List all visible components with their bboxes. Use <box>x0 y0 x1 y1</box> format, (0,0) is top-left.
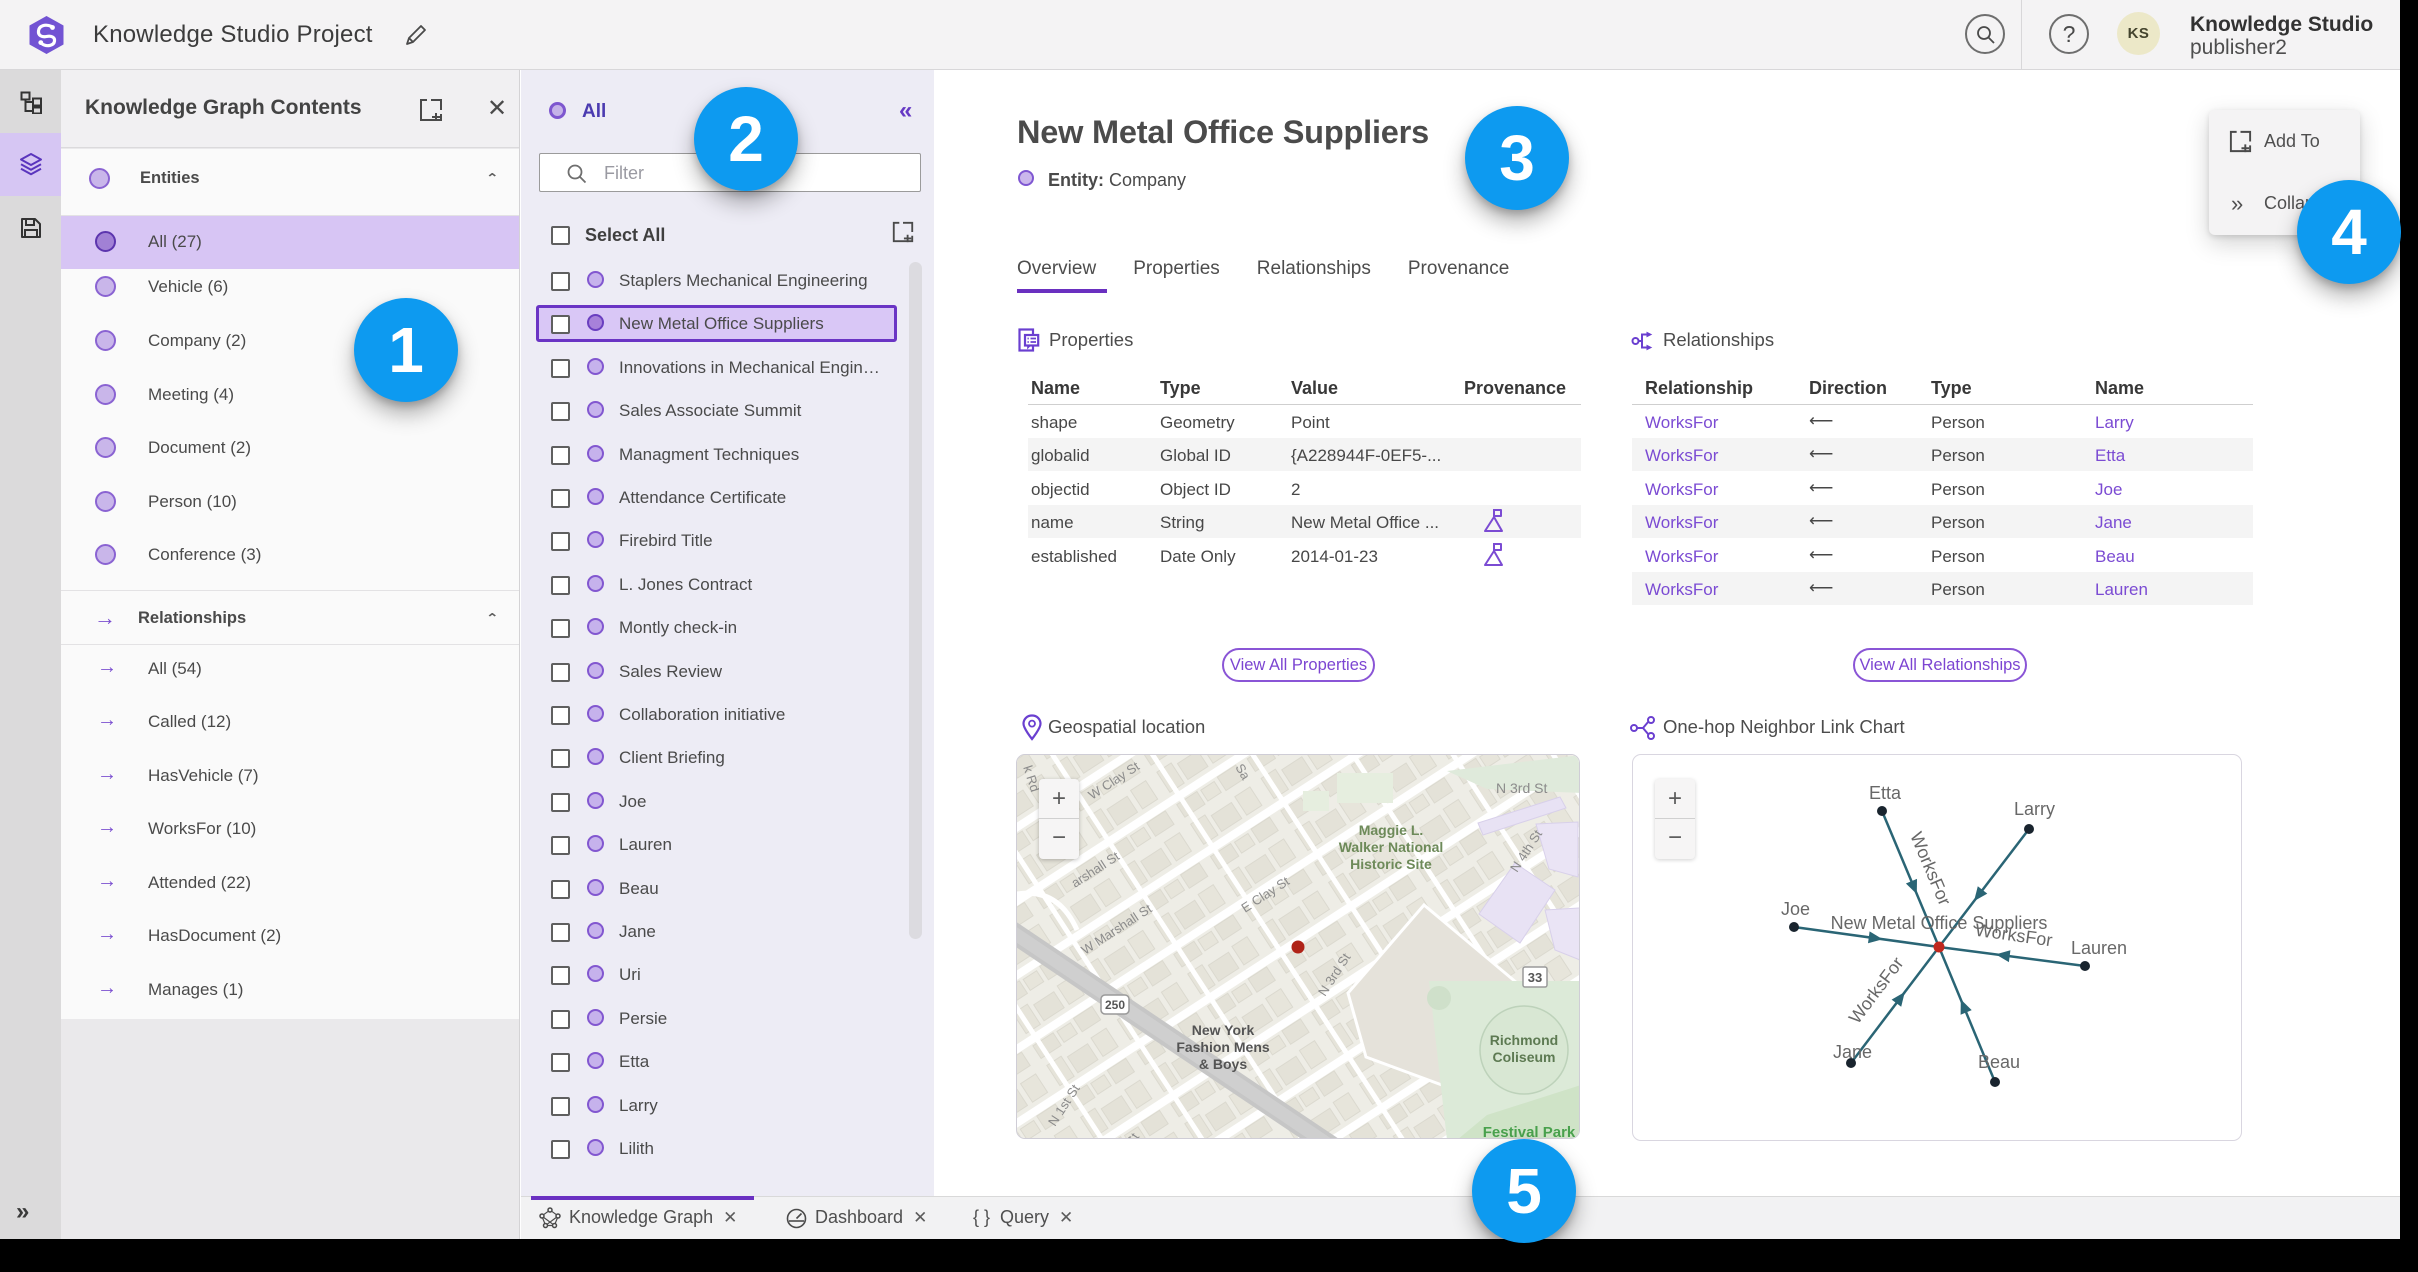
svg-text:Maggie L.: Maggie L. <box>1359 822 1424 838</box>
svg-text:Larry: Larry <box>2014 799 2055 819</box>
svg-text:Walker National: Walker National <box>1339 839 1444 855</box>
svg-text:WorksFor: WorksFor <box>1845 953 1908 1027</box>
svg-text:33: 33 <box>1528 970 1542 985</box>
svg-text:Festival Park: Festival Park <box>1483 1124 1576 1139</box>
svg-text:WorksFor: WorksFor <box>1906 829 1955 908</box>
svg-text:Beau: Beau <box>1978 1052 2020 1072</box>
svg-text:N 3rd St: N 3rd St <box>1496 780 1547 796</box>
svg-text:Coliseum: Coliseum <box>1492 1049 1555 1065</box>
svg-text:Jane: Jane <box>1833 1042 1872 1062</box>
svg-text:& Boys: & Boys <box>1199 1056 1247 1072</box>
svg-text:Richmond: Richmond <box>1490 1032 1558 1048</box>
svg-text:New York: New York <box>1192 1022 1255 1038</box>
svg-text:Fashion Mens: Fashion Mens <box>1176 1039 1270 1055</box>
svg-text:Historic Site: Historic Site <box>1350 856 1432 872</box>
svg-text:Etta: Etta <box>1869 783 1902 803</box>
svg-text:Lauren: Lauren <box>2071 938 2127 958</box>
svg-text:Joe: Joe <box>1781 899 1810 919</box>
svg-text:250: 250 <box>1105 998 1125 1012</box>
